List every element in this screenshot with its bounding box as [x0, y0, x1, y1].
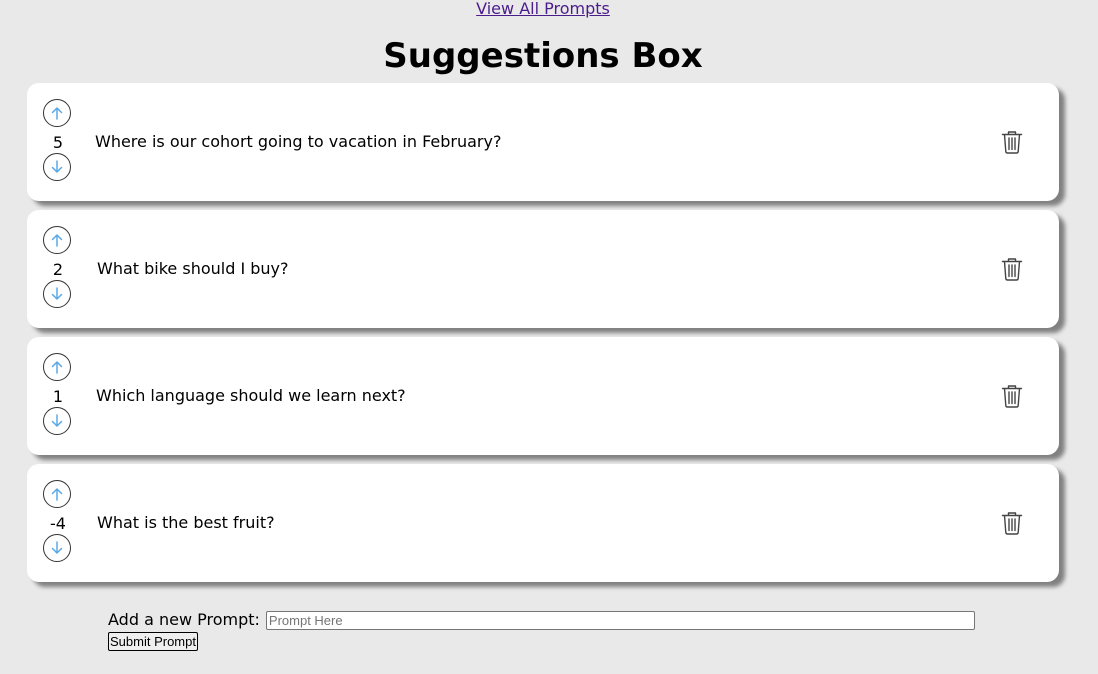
- delete-button[interactable]: [1001, 257, 1023, 281]
- vote-count: 5: [52, 133, 64, 152]
- prompt-text: What bike should I buy?: [97, 259, 289, 278]
- new-prompt-form: Add a new Prompt: Submit Prompt: [108, 610, 975, 651]
- arrow-up-icon: [51, 488, 63, 501]
- vote-count: -4: [50, 514, 66, 533]
- downvote-button[interactable]: [43, 407, 71, 435]
- trash-icon: [1001, 258, 1023, 281]
- vote-count: 2: [52, 260, 64, 279]
- new-prompt-input[interactable]: [265, 610, 975, 630]
- page: View All Prompts Suggestions Box 5 Where…: [0, 0, 1098, 674]
- vote-controls: 1: [42, 353, 74, 441]
- new-prompt-row: Add a new Prompt:: [108, 610, 975, 630]
- arrow-up-icon: [51, 107, 63, 120]
- vote-controls: 5: [42, 99, 74, 187]
- submit-prompt-button[interactable]: Submit Prompt: [108, 632, 198, 651]
- vote-controls: -4: [42, 480, 74, 568]
- arrow-down-icon: [51, 541, 63, 554]
- downvote-button[interactable]: [43, 280, 71, 308]
- vote-count: 1: [52, 387, 64, 406]
- prompt-list: 5 Where is our cohort going to vacation …: [27, 83, 1059, 591]
- arrow-down-icon: [51, 414, 63, 427]
- downvote-button[interactable]: [43, 534, 71, 562]
- arrow-down-icon: [51, 287, 63, 300]
- top-nav: View All Prompts: [0, 0, 1086, 18]
- view-all-prompts-link[interactable]: View All Prompts: [476, 0, 610, 18]
- delete-button[interactable]: [1001, 130, 1023, 154]
- prompt-card: 2 What bike should I buy?: [27, 210, 1059, 328]
- arrow-down-icon: [51, 160, 63, 173]
- prompt-card: -4 What is the best fruit?: [27, 464, 1059, 582]
- upvote-button[interactable]: [43, 226, 71, 254]
- page-title: Suggestions Box: [383, 36, 703, 76]
- prompt-text: Where is our cohort going to vacation in…: [95, 132, 502, 151]
- prompt-card: 5 Where is our cohort going to vacation …: [27, 83, 1059, 201]
- upvote-button[interactable]: [43, 480, 71, 508]
- arrow-up-icon: [51, 361, 63, 374]
- delete-button[interactable]: [1001, 384, 1023, 408]
- upvote-button[interactable]: [43, 99, 71, 127]
- trash-icon: [1001, 385, 1023, 408]
- upvote-button[interactable]: [43, 353, 71, 381]
- prompt-card: 1 Which language should we learn next?: [27, 337, 1059, 455]
- vote-controls: 2: [42, 226, 74, 314]
- trash-icon: [1001, 512, 1023, 535]
- prompt-text: Which language should we learn next?: [96, 386, 406, 405]
- prompt-text: What is the best fruit?: [97, 513, 275, 532]
- downvote-button[interactable]: [43, 153, 71, 181]
- delete-button[interactable]: [1001, 511, 1023, 535]
- new-prompt-label: Add a new Prompt:: [108, 610, 260, 629]
- arrow-up-icon: [51, 234, 63, 247]
- trash-icon: [1001, 131, 1023, 154]
